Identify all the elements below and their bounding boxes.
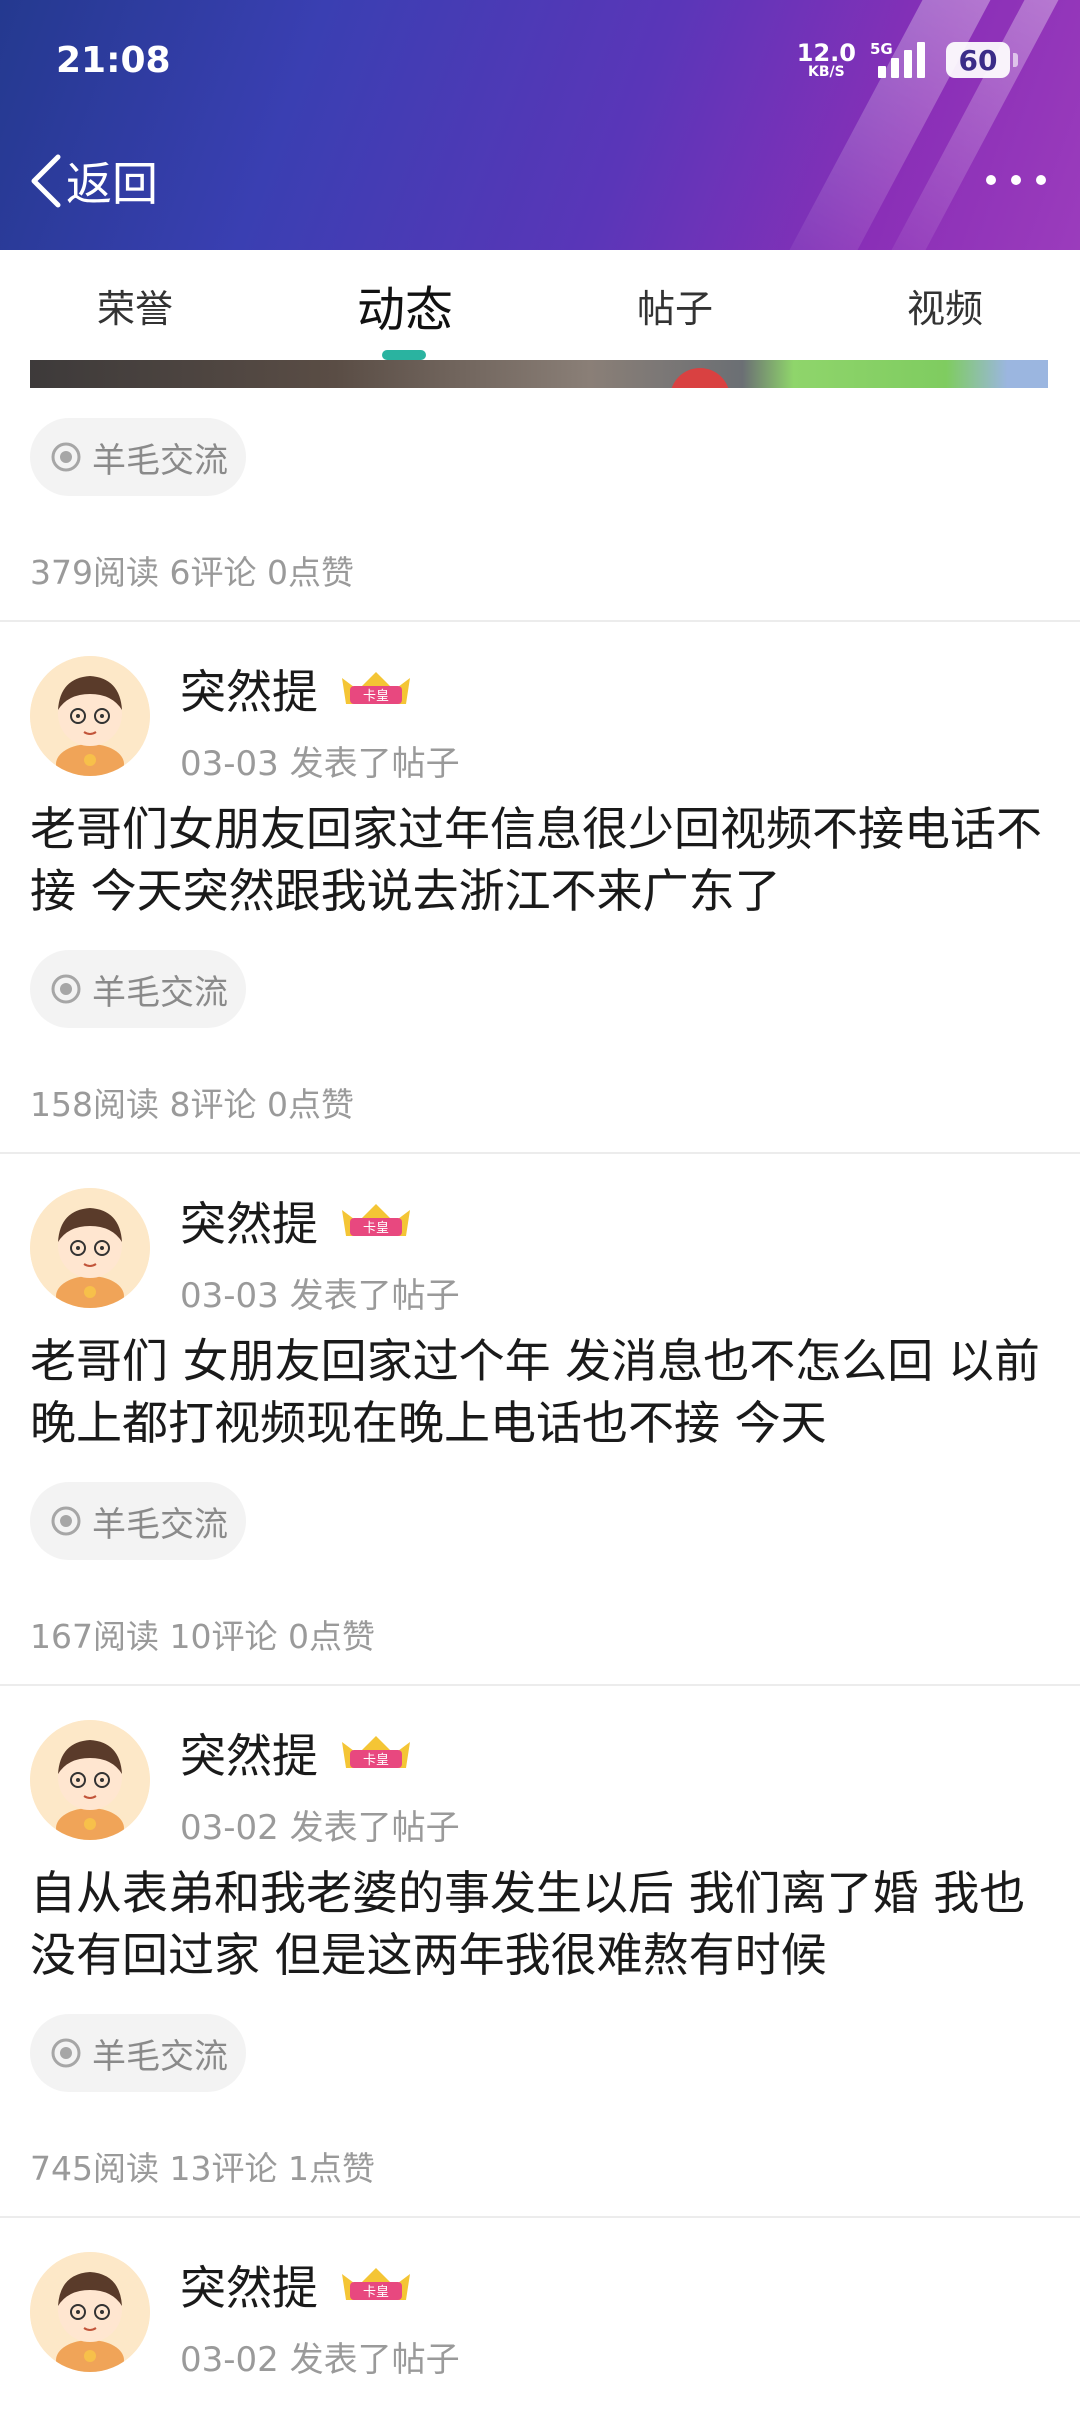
topic-icon: [51, 442, 81, 472]
tab-honor[interactable]: 荣誉: [0, 250, 270, 360]
post-card[interactable]: 突然提 卡皇 03-03 发表了帖子 老哥们 女朋友回家过个年 发消息也不怎么回…: [0, 1152, 1080, 1684]
badge-label: 卡皇: [363, 1221, 389, 1236]
avatar-image: [30, 656, 150, 776]
more-dot-icon: [1011, 175, 1021, 185]
post-meta: 03-03 发表了帖子: [180, 1276, 460, 1316]
topic-label: 羊毛交流: [92, 1504, 228, 1545]
tab-videos[interactable]: 视频: [810, 250, 1080, 360]
topic-icon: [51, 2038, 81, 2068]
topic-label: 羊毛交流: [92, 440, 228, 481]
net-speed-value: 12.0: [796, 39, 856, 67]
badge-label: 卡皇: [363, 1753, 389, 1768]
battery-icon: 60: [946, 42, 1018, 78]
post-image[interactable]: [30, 360, 1048, 388]
post-card[interactable]: 突然提 卡皇 03-02 发表了帖子 自从表弟和我老婆的事发生以后 我们离了婚 …: [0, 1684, 1080, 2216]
crown-badge-icon: 卡皇: [342, 2268, 410, 2300]
topic-icon: [51, 974, 81, 1004]
profile-tabs: 荣誉 动态 帖子 视频: [0, 250, 1080, 360]
chevron-left-icon: [31, 154, 61, 208]
username[interactable]: 突然提: [180, 1720, 318, 1786]
net-speed-unit: KB/S: [808, 64, 845, 80]
badge-label: 卡皇: [363, 689, 389, 704]
post-content[interactable]: 自从表弟和我老婆的事发生以后 我们离了婚 我也没有回过家 但是这两年我很难熬有时…: [30, 1862, 1050, 1986]
post-content[interactable]: 老哥们 女朋友回家过个年 发消息也不怎么回 以前晚上都打视频现在晚上电话也不接 …: [30, 1330, 1050, 1454]
post-meta: 03-03 发表了帖子: [180, 744, 460, 784]
back-label: 返回: [66, 157, 158, 211]
more-dot-icon: [1036, 175, 1046, 185]
status-icons: 12.0 KB/S 5G 60: [797, 36, 1018, 84]
avatar[interactable]: [30, 2252, 150, 2372]
net-speed: 12.0 KB/S: [797, 41, 856, 79]
topic-chip[interactable]: 羊毛交流: [30, 418, 246, 496]
avatar[interactable]: [30, 656, 150, 776]
topic-chip[interactable]: 羊毛交流: [30, 1482, 246, 1560]
username[interactable]: 突然提: [180, 1188, 318, 1254]
username[interactable]: 突然提: [180, 656, 318, 722]
top-header: 21:08 12.0 KB/S 5G 60 返回: [0, 0, 1080, 250]
more-dot-icon: [986, 175, 996, 185]
status-time: 21:08: [56, 40, 171, 81]
username[interactable]: 突然提: [180, 2252, 318, 2318]
topic-chip[interactable]: 羊毛交流: [30, 2014, 246, 2092]
divider: [0, 620, 1080, 622]
post-stats: 167阅读 10评论 0点赞: [30, 1617, 375, 1656]
crown-badge-icon: 卡皇: [342, 1736, 410, 1768]
topic-label: 羊毛交流: [92, 2036, 228, 2077]
topic-icon: [51, 1506, 81, 1536]
topic-chip[interactable]: 羊毛交流: [30, 950, 246, 1028]
post-stats: 745阅读 13评论 1点赞: [30, 2149, 375, 2188]
image-detail: [670, 368, 730, 388]
post-stats: 158阅读 8评论 0点赞: [30, 1085, 354, 1124]
crown-badge-icon: 卡皇: [342, 672, 410, 704]
more-options-button[interactable]: [986, 162, 1046, 198]
tab-posts[interactable]: 帖子: [540, 250, 810, 360]
tab-activity[interactable]: 动态: [270, 250, 540, 360]
avatar[interactable]: [30, 1720, 150, 1840]
badge-label: 卡皇: [363, 2285, 389, 2300]
avatar-image: [30, 1720, 150, 1840]
avatar-image: [30, 1188, 150, 1308]
topic-label: 羊毛交流: [92, 972, 228, 1013]
divider: [0, 1684, 1080, 1686]
crown-badge-icon: 卡皇: [342, 1204, 410, 1236]
network-type: 5G: [870, 40, 893, 58]
avatar-image: [30, 2252, 150, 2372]
post-card[interactable]: 突然提 卡皇 03-03 发表了帖子 老哥们女朋友回家过年信息很少回视频不接电话…: [0, 620, 1080, 1152]
post-meta: 03-02 发表了帖子: [180, 1808, 460, 1848]
battery-level: 60: [958, 43, 998, 77]
post-content[interactable]: 老哥们女朋友回家过年信息很少回视频不接电话不接 今天突然跟我说去浙江不来广东了: [30, 798, 1050, 922]
post-card[interactable]: 突然提 卡皇 03-02 发表了帖子: [0, 2216, 1080, 2412]
avatar[interactable]: [30, 1188, 150, 1308]
back-button[interactable]: 返回: [28, 148, 158, 214]
post-stats: 379阅读 6评论 0点赞: [30, 553, 354, 592]
active-tab-indicator: [382, 350, 426, 360]
divider: [0, 2216, 1080, 2218]
divider: [0, 1152, 1080, 1154]
signal-icon: 5G: [870, 40, 932, 80]
post-meta: 03-02 发表了帖子: [180, 2340, 460, 2380]
